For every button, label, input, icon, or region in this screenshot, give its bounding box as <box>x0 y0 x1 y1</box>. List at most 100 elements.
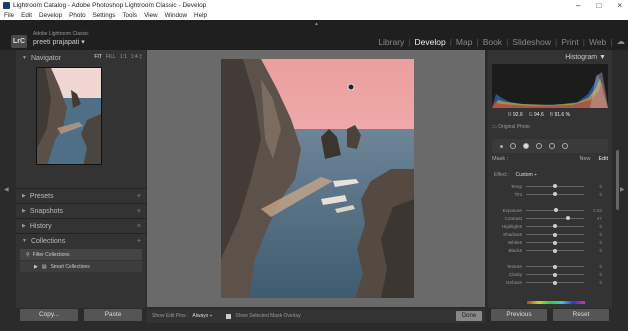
presets-header[interactable]: ▶ Presets + <box>16 188 146 203</box>
slider-knob[interactable] <box>553 208 558 213</box>
history-header[interactable]: ▶ History × <box>16 218 146 233</box>
smart-collections-item[interactable]: ▶ ▤ Smart Collections <box>20 261 142 272</box>
slider-knob[interactable] <box>553 272 557 277</box>
close-button[interactable]: × <box>617 0 622 11</box>
effect-select[interactable]: Custom ÷ <box>515 172 536 178</box>
slider-track[interactable] <box>526 248 584 253</box>
slider-value[interactable]: 0 <box>584 232 602 237</box>
slider-knob[interactable] <box>553 264 557 269</box>
radial-filter-icon[interactable] <box>549 143 555 149</box>
slider-row: Tint 0 <box>492 190 608 198</box>
slider-value[interactable]: 0 <box>584 280 602 285</box>
slider-track[interactable] <box>526 264 584 269</box>
slider-value[interactable]: 0 <box>584 184 602 189</box>
previous-button[interactable]: Previous <box>491 309 547 321</box>
snapshots-header[interactable]: ▶ Snapshots + <box>16 203 146 218</box>
mask-label: Mask : <box>492 156 509 162</box>
slider-knob[interactable] <box>553 248 557 253</box>
maximize-button[interactable]: □ <box>596 0 601 11</box>
slider-knob[interactable] <box>553 240 557 245</box>
slider-track[interactable] <box>526 280 584 285</box>
module-book[interactable]: Book <box>480 37 505 47</box>
histogram-title[interactable]: Histogram ▼ <box>565 54 606 61</box>
slider-track[interactable] <box>526 208 584 213</box>
main-photo[interactable] <box>221 59 414 298</box>
menu-window[interactable]: Window <box>165 11 187 20</box>
right-panel-scrollbar[interactable] <box>616 150 619 210</box>
slider-knob[interactable] <box>566 216 571 221</box>
menu-tools[interactable]: Tools <box>122 11 137 20</box>
slider-value[interactable]: 0 <box>584 224 602 229</box>
menu-help[interactable]: Help <box>194 11 207 20</box>
zoom-1-1[interactable]: 1:1 <box>120 54 127 60</box>
reset-button[interactable]: Reset <box>553 309 609 321</box>
slider-value[interactable]: 0 <box>584 192 602 197</box>
slider-track[interactable] <box>526 224 584 229</box>
navigator-preview-image <box>37 68 101 164</box>
slider-track[interactable] <box>526 216 584 221</box>
add-preset-icon[interactable]: + <box>137 193 141 200</box>
brush-icon[interactable] <box>562 143 568 149</box>
slider-value[interactable]: 0.03 <box>584 208 602 213</box>
minimize-button[interactable]: – <box>576 0 580 11</box>
slider-knob[interactable] <box>553 280 557 285</box>
user-name[interactable]: preeti prajapati ▾ <box>33 38 85 46</box>
slider-track[interactable] <box>526 184 584 189</box>
hue-slider-track[interactable] <box>527 301 585 304</box>
mask-edit-button[interactable]: Edit <box>599 156 608 162</box>
menu-develop[interactable]: Develop <box>39 11 62 20</box>
collapse-right-panel-icon[interactable]: ▶ <box>620 186 625 193</box>
collapse-triangle-icon: ▼ <box>22 55 27 61</box>
slider-value[interactable]: 47 <box>584 216 602 221</box>
slider-knob[interactable] <box>553 184 557 189</box>
menu-edit[interactable]: Edit <box>21 11 32 20</box>
module-web[interactable]: Web <box>586 37 609 47</box>
history-title: History <box>29 222 52 230</box>
menu-photo[interactable]: Photo <box>69 11 85 20</box>
slider-knob[interactable] <box>553 232 557 237</box>
red-eye-icon[interactable] <box>523 143 529 149</box>
collections-header[interactable]: ▼ Collections + <box>16 233 146 248</box>
show-edit-pins-select[interactable]: Always ÷ <box>192 313 212 319</box>
mask-new-button[interactable]: New <box>580 156 591 162</box>
spot-removal-icon[interactable] <box>510 143 516 149</box>
develop-toolbar: Show Edit Pins : Always ÷ Show Selected … <box>147 309 485 323</box>
cloud-icon[interactable]: ☁ <box>614 36 628 47</box>
add-collection-icon[interactable]: + <box>137 238 141 245</box>
slider-track[interactable] <box>526 240 584 245</box>
slider-track[interactable] <box>526 232 584 237</box>
clear-history-icon[interactable]: × <box>137 223 141 230</box>
slider-knob[interactable] <box>553 224 557 229</box>
module-print[interactable]: Print <box>558 37 581 47</box>
add-snapshot-icon[interactable]: + <box>137 208 141 215</box>
slider-track[interactable] <box>526 272 584 277</box>
module-map[interactable]: Map <box>453 37 476 47</box>
slider-value[interactable]: 0 <box>584 264 602 269</box>
slider-value[interactable]: 0 <box>584 272 602 277</box>
module-library[interactable]: Library <box>375 37 407 47</box>
module-slideshow[interactable]: Slideshow <box>509 37 554 47</box>
masking-icon[interactable] <box>536 143 542 149</box>
crop-tool-icon[interactable] <box>500 144 503 148</box>
module-develop[interactable]: Develop <box>412 37 449 47</box>
done-button[interactable]: Done <box>456 311 482 321</box>
zoom-fill[interactable]: FILL <box>106 54 116 60</box>
navigator-preview[interactable] <box>36 67 102 165</box>
slider-value[interactable]: 0 <box>584 248 602 253</box>
collapse-left-panel-icon[interactable]: ◀ <box>4 186 9 193</box>
slider-value[interactable]: 0 <box>584 240 602 245</box>
filter-collections-item[interactable]: ⚲ Filter Collections <box>20 249 142 260</box>
menu-view[interactable]: View <box>144 11 158 20</box>
zoom-fit[interactable]: FIT <box>94 54 102 60</box>
menu-file[interactable]: File <box>4 11 14 20</box>
menu-settings[interactable]: Settings <box>93 11 116 20</box>
slider-knob[interactable] <box>553 192 557 197</box>
collapse-top-panel-icon[interactable]: ▲ <box>314 21 319 27</box>
mask-overlay-checkbox[interactable] <box>226 313 232 319</box>
zoom-1-4[interactable]: 1:4 ‡ <box>131 54 142 60</box>
paste-button[interactable]: Paste <box>84 309 142 321</box>
left-panel: ▼ Navigator FIT FILL 1:1 1:4 ‡ ▶ Presets… <box>16 50 146 308</box>
copy-button[interactable]: Copy... <box>20 309 78 321</box>
slider-track[interactable] <box>526 192 584 197</box>
histogram[interactable] <box>492 64 608 108</box>
